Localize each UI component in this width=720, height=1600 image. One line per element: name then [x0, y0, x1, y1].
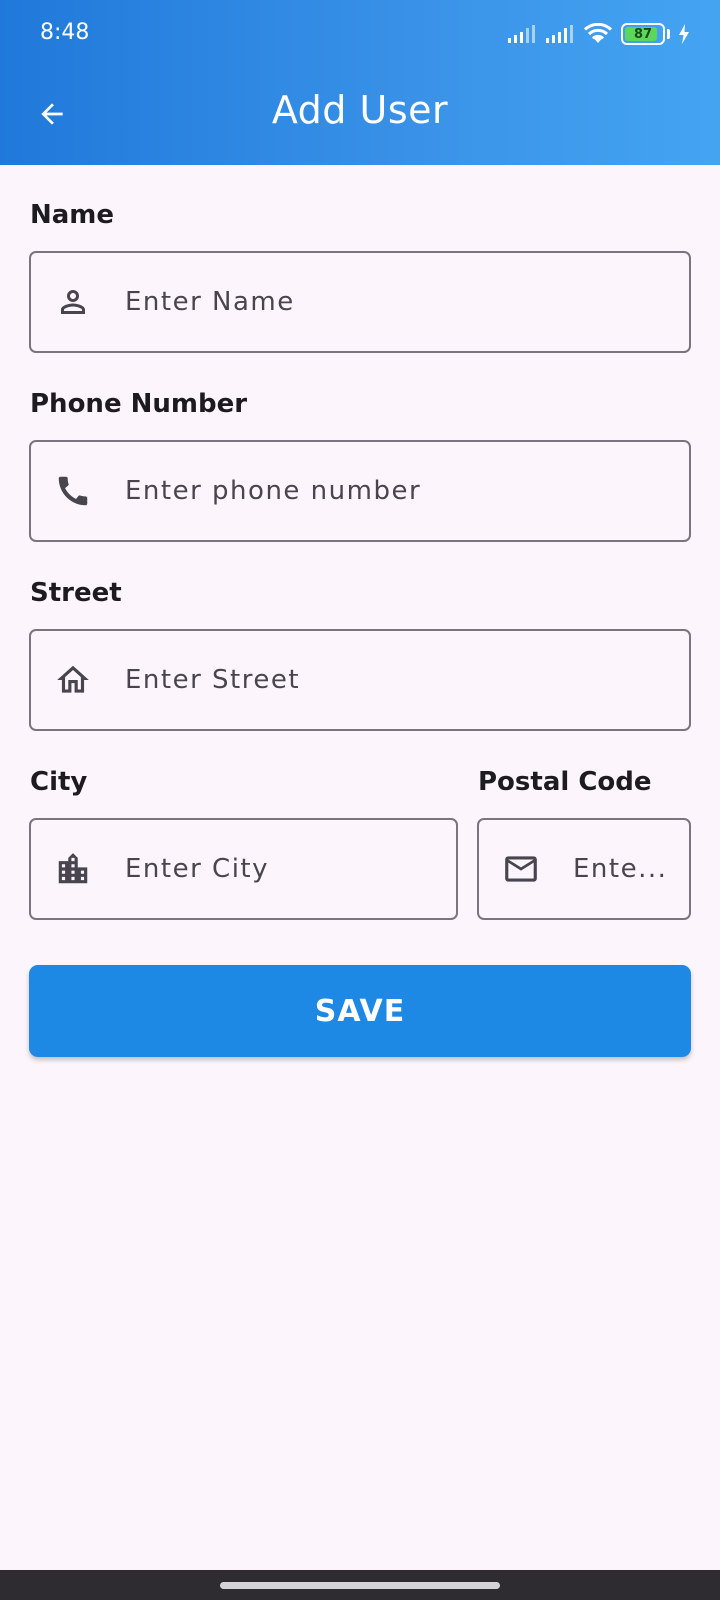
save-button[interactable]: SAVE: [29, 965, 691, 1057]
postal-code-field[interactable]: [477, 818, 691, 920]
name-label: Name: [30, 200, 115, 230]
page-title: Add User: [271, 88, 449, 132]
status-time: 8:48: [40, 20, 90, 45]
street-label: Street: [30, 578, 122, 608]
home-icon: [53, 660, 93, 700]
battery-level: 87: [633, 26, 653, 42]
postal-code-input[interactable]: [573, 854, 689, 884]
name-field[interactable]: [29, 251, 691, 353]
postal-code-label: Postal Code: [478, 767, 652, 797]
city-field[interactable]: [29, 818, 458, 920]
phone-icon: [53, 471, 93, 511]
city-label: City: [30, 767, 88, 797]
street-input[interactable]: [125, 665, 689, 695]
city-input[interactable]: [125, 854, 456, 884]
phone-input[interactable]: [125, 476, 689, 506]
battery-icon: 87: [621, 23, 665, 45]
phone-field[interactable]: [29, 440, 691, 542]
city-icon: [53, 849, 93, 889]
cellular-signal-icon: [546, 25, 573, 43]
status-icons: 87: [507, 22, 690, 46]
street-field[interactable]: [29, 629, 691, 731]
name-input[interactable]: [125, 287, 689, 317]
app-bar: 8:48 87 Add User: [0, 0, 720, 165]
gesture-handle[interactable]: [220, 1582, 500, 1589]
wifi-icon: [583, 23, 613, 43]
cellular-signal-icon: [508, 25, 535, 43]
battery-tip: [667, 29, 670, 39]
mail-icon: [501, 849, 541, 889]
charging-bolt-icon: [679, 24, 689, 44]
phone-label: Phone Number: [30, 389, 248, 419]
person-icon: [53, 282, 93, 322]
system-nav-bar: [0, 1570, 720, 1600]
